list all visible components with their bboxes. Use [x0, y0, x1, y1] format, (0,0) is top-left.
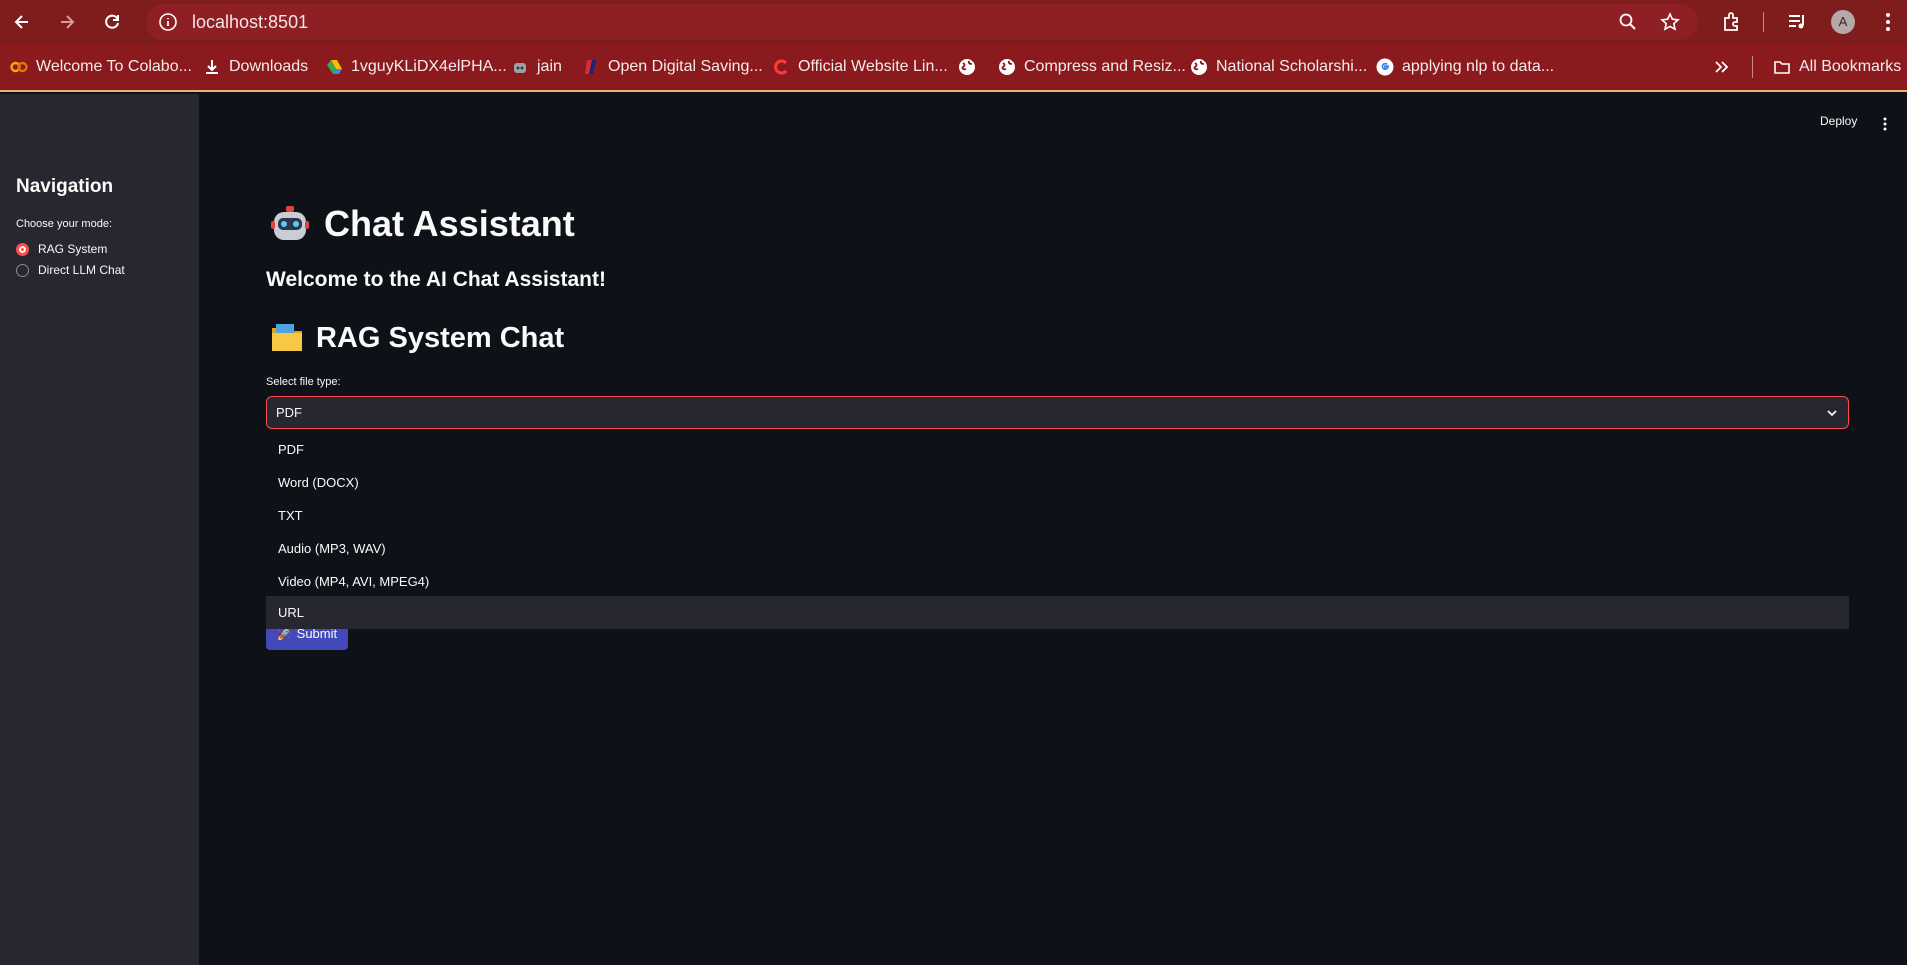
- bookmark-label: Official Website Lin...: [798, 58, 948, 75]
- zoom-icon[interactable]: [1616, 12, 1640, 32]
- bookmark-item[interactable]: Welcome To Colabo...: [10, 44, 192, 90]
- chevron-double-right-icon: [1715, 61, 1729, 73]
- radio-unselected-icon[interactable]: [16, 263, 29, 277]
- globe-icon: [1190, 58, 1208, 76]
- dropdown-option-txt[interactable]: TXT: [266, 499, 1849, 532]
- radio-rag-system[interactable]: RAG System: [16, 240, 107, 258]
- dropdown-option-video[interactable]: Video (MP4, AVI, MPEG4): [266, 565, 1849, 598]
- bookmark-item[interactable]: Open Digital Saving...: [582, 44, 763, 90]
- bookmark-item[interactable]: Compress and Resiz...: [998, 44, 1186, 90]
- sidebar-title: Navigation: [16, 176, 114, 197]
- bookmark-item[interactable]: National Scholarshi...: [1190, 44, 1367, 90]
- google-icon: [1376, 58, 1394, 76]
- dropdown-option-pdf[interactable]: PDF: [266, 433, 1849, 466]
- bookmark-star-icon[interactable]: [1658, 12, 1682, 32]
- globe-icon: [998, 58, 1016, 76]
- dropdown-option-url[interactable]: URL: [266, 596, 1849, 629]
- toolbar-divider: [1763, 12, 1764, 32]
- back-arrow-icon: [14, 15, 28, 29]
- forward-button[interactable]: [53, 8, 81, 36]
- drive-icon: [325, 58, 343, 76]
- colab-icon: [10, 58, 28, 76]
- reload-button[interactable]: [98, 8, 126, 36]
- bookmark-item[interactable]: 1vguyKLiDX4elPHA...: [325, 44, 507, 90]
- browser-menu-icon[interactable]: [1876, 10, 1900, 34]
- brand-icon: [772, 58, 790, 76]
- address-bar[interactable]: localhost:8501: [146, 4, 1698, 40]
- reload-icon: [105, 14, 119, 29]
- mode-label: Choose your mode:: [16, 218, 112, 230]
- dropdown-option-docx[interactable]: Word (DOCX): [266, 466, 1849, 499]
- back-button[interactable]: [8, 8, 36, 36]
- radio-selected-icon[interactable]: [16, 242, 29, 256]
- radio-label: RAG System: [38, 242, 108, 256]
- dropdown-option-audio[interactable]: Audio (MP3, WAV): [266, 532, 1849, 565]
- download-icon: [203, 58, 221, 76]
- robot-icon: [271, 206, 309, 240]
- extensions-icon[interactable]: [1720, 10, 1744, 34]
- chevron-down-icon[interactable]: [1826, 407, 1838, 419]
- bookmark-item[interactable]: [958, 44, 984, 90]
- browser-toolbar: localhost:8501 A: [0, 0, 1907, 44]
- welcome-heading: Welcome to the AI Chat Assistant!: [266, 268, 606, 291]
- globe-icon: [958, 58, 976, 76]
- robot-icon: [511, 58, 529, 76]
- radio-label: Direct LLM Chat: [38, 263, 125, 277]
- all-bookmarks-button[interactable]: All Bookmarks: [1773, 44, 1901, 90]
- bank-icon: [582, 58, 600, 76]
- bookmark-label: Welcome To Colabo...: [36, 58, 192, 75]
- media-controls-icon[interactable]: [1786, 10, 1810, 34]
- file-type-dropdown-menu: PDF Word (DOCX) TXT Audio (MP3, WAV) Vid…: [266, 433, 1849, 629]
- more-bookmarks-button[interactable]: [1712, 44, 1730, 90]
- profile-avatar[interactable]: A: [1831, 10, 1855, 34]
- page-title: Chat Assistant: [270, 203, 575, 245]
- bookmarks-divider: [1752, 56, 1753, 78]
- url-text[interactable]: localhost:8501: [192, 4, 308, 40]
- file-type-select[interactable]: PDF: [266, 396, 1849, 429]
- site-info-icon[interactable]: [158, 12, 178, 32]
- folder-icon: [272, 324, 302, 351]
- section-subheader: RAG System Chat: [270, 321, 564, 355]
- forward-arrow-icon: [61, 15, 75, 29]
- bookmark-label: applying nlp to data...: [1402, 58, 1555, 75]
- all-bookmarks-label: All Bookmarks: [1799, 58, 1902, 75]
- folder-icon: [1773, 58, 1791, 76]
- sidebar: Navigation Choose your mode: RAG System …: [0, 94, 199, 965]
- bookmark-label: Downloads: [229, 58, 309, 75]
- bookmark-item[interactable]: Official Website Lin...: [772, 44, 948, 90]
- bookmark-item[interactable]: applying nlp to data...: [1376, 44, 1554, 90]
- section-subheader-text: RAG System Chat: [316, 321, 565, 354]
- file-type-label: Select file type:: [266, 376, 341, 388]
- bookmark-label: Open Digital Saving...: [608, 58, 763, 75]
- radio-direct-llm-chat[interactable]: Direct LLM Chat: [16, 261, 125, 279]
- page-title-text: Chat Assistant: [324, 203, 575, 244]
- bookmark-label: 1vguyKLiDX4elPHA...: [351, 58, 507, 75]
- bookmark-label: National Scholarshi...: [1216, 58, 1368, 75]
- deploy-button[interactable]: Deploy: [1820, 114, 1857, 128]
- file-type-selected-value: PDF: [276, 405, 302, 420]
- bookmarks-bar: Welcome To Colabo... Downloads 1vguyKLiD…: [0, 44, 1907, 92]
- app-menu-icon[interactable]: [1878, 116, 1892, 132]
- bookmark-label: Compress and Resiz...: [1024, 58, 1186, 75]
- bookmark-label: jain: [537, 58, 562, 75]
- bookmark-item[interactable]: Downloads: [203, 44, 308, 90]
- bookmark-item[interactable]: jain: [511, 44, 562, 90]
